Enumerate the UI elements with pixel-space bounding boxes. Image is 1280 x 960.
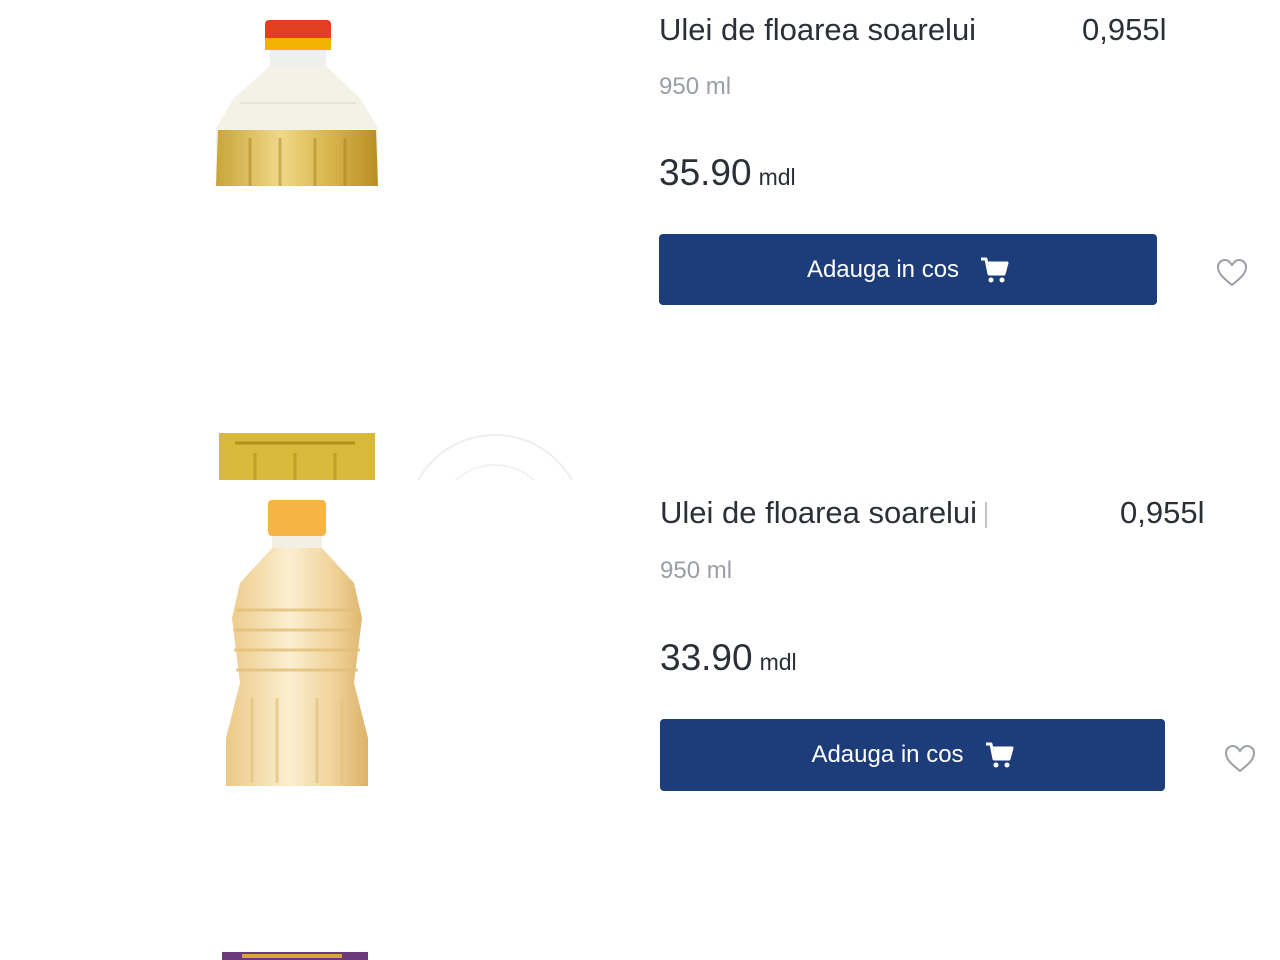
product-price: 33.90 mdl bbox=[660, 637, 797, 679]
add-to-cart-label: Adauga in cos bbox=[811, 741, 964, 768]
product-card-1: Ulei de floarea soarelui 0,955l 950 ml 3… bbox=[0, 0, 1280, 480]
product-subtitle: 950 ml bbox=[660, 557, 733, 584]
price-value: 35.90 bbox=[659, 152, 752, 193]
product-price: 35.90 mdl bbox=[659, 152, 796, 194]
product-title-text: Ulei de floarea soarelui bbox=[660, 495, 978, 530]
price-currency: mdl bbox=[758, 164, 796, 190]
product-subtitle: 950 ml bbox=[659, 73, 732, 100]
add-to-cart-label: Adauga in cos bbox=[806, 255, 960, 283]
product-card-2: Ulei de floarea soarelui 0,955l 950 ml 3… bbox=[0, 480, 1280, 960]
product-image-2[interactable] bbox=[222, 498, 372, 788]
product-image-partial bbox=[222, 952, 368, 960]
text-cursor bbox=[985, 501, 988, 528]
heart-icon[interactable] bbox=[1216, 258, 1248, 288]
product-volume: 0,955l bbox=[1120, 495, 1205, 530]
price-value: 33.90 bbox=[660, 637, 753, 678]
cart-icon bbox=[981, 257, 1009, 282]
heart-icon[interactable] bbox=[1224, 744, 1256, 774]
cart-icon bbox=[985, 742, 1014, 768]
product-image-partial bbox=[219, 433, 573, 480]
product-image-1[interactable] bbox=[210, 18, 385, 188]
product-title[interactable]: Ulei de floarea soarelui bbox=[660, 495, 988, 531]
add-to-cart-button[interactable]: Adauga in cos bbox=[659, 234, 1157, 305]
add-to-cart-button[interactable]: Adauga in cos bbox=[660, 719, 1165, 791]
product-volume: 0,955l bbox=[1082, 12, 1167, 47]
product-title[interactable]: Ulei de floarea soarelui bbox=[659, 12, 976, 48]
price-currency: mdl bbox=[759, 649, 797, 675]
